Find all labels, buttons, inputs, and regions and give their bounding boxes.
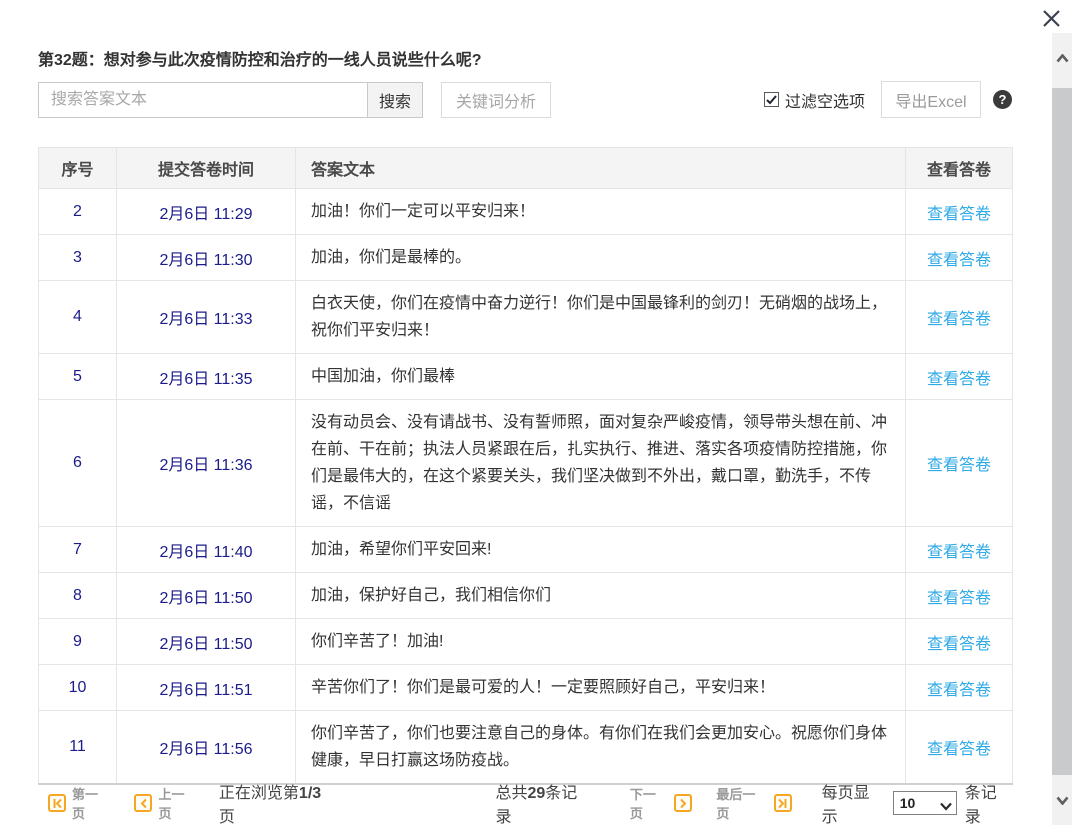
prev-page-label[interactable]: 上一页: [158, 784, 196, 822]
row-answer-text: 中国加油，你们最棒: [296, 354, 906, 400]
row-submit-time: 2月6日 11:50: [117, 619, 296, 665]
table-header: 序号 提交答卷时间 答案文本 查看答卷: [39, 148, 1013, 189]
last-page-icon[interactable]: [774, 794, 792, 812]
row-submit-time: 2月6日 11:51: [117, 665, 296, 711]
export-excel-button[interactable]: 导出Excel: [881, 81, 981, 118]
table-row: 4 2月6日 11:33 白衣天使，你们在疫情中奋力逆行！你们是中国最锋利的剑刃…: [39, 281, 1013, 354]
row-submit-time: 2月6日 11:36: [117, 400, 296, 527]
first-page-icon[interactable]: [48, 794, 66, 812]
column-header-no: 序号: [39, 148, 117, 189]
filter-empty-checkbox[interactable]: 过滤空选项: [764, 88, 865, 112]
help-icon[interactable]: ?: [993, 90, 1012, 109]
row-answer-text: 加油！你们一定可以平安归来！: [296, 189, 906, 235]
per-page-select[interactable]: 10: [893, 791, 957, 815]
scrollbar-thumb[interactable]: [1052, 88, 1072, 775]
view-answer-link[interactable]: 查看答卷: [927, 252, 991, 269]
table-row: 6 2月6日 11:36 没有动员会、没有请战书、没有誓师照，面对复杂严峻疫情，…: [39, 400, 1013, 527]
scrollbar[interactable]: [1052, 33, 1072, 825]
answers-modal: 第32题：想对参与此次疫情防控和治疗的一线人员说些什么呢? 搜索 关键词分析 过…: [0, 0, 1072, 825]
row-number: 7: [39, 527, 117, 573]
row-number: 8: [39, 573, 117, 619]
row-submit-time: 2月6日 11:29: [117, 189, 296, 235]
row-answer-text: 你们辛苦了，你们也要注意自己的身体。有你们在我们会更加安心。祝愿你们身体健康，早…: [296, 711, 906, 785]
search-button[interactable]: 搜索: [367, 82, 423, 118]
scroll-up-icon[interactable]: [1052, 41, 1072, 75]
view-answer-link[interactable]: 查看答卷: [927, 741, 991, 758]
total-records: 总共29条记录: [495, 779, 591, 825]
column-header-text: 答案文本: [296, 148, 906, 189]
view-answer-link[interactable]: 查看答卷: [927, 206, 991, 223]
table-row: 3 2月6日 11:30 加油，你们是最棒的。 查看答卷: [39, 235, 1013, 281]
row-answer-text: 你们辛苦了！加油!: [296, 619, 906, 665]
row-number: 9: [39, 619, 117, 665]
toolbar: 搜索 关键词分析 过滤空选项 导出Excel ?: [38, 81, 1012, 118]
row-number: 2: [39, 189, 117, 235]
close-icon[interactable]: [1038, 5, 1064, 31]
table-row: 9 2月6日 11:50 你们辛苦了！加油! 查看答卷: [39, 619, 1013, 665]
row-number: 4: [39, 281, 117, 354]
row-number: 6: [39, 400, 117, 527]
view-answer-link[interactable]: 查看答卷: [927, 457, 991, 474]
row-number: 11: [39, 711, 117, 785]
table-row: 5 2月6日 11:35 中国加油，你们最棒 查看答卷: [39, 354, 1013, 400]
row-answer-text: 加油，保护好自己，我们相信你们: [296, 573, 906, 619]
pagination-bar: 第一页 上一页 正在浏览第1/3页 总共29条记录 下一页 最后一页 每页显: [38, 790, 1012, 816]
first-page-label[interactable]: 第一页: [72, 784, 110, 822]
question-title: 第32题：想对参与此次疫情防控和治疗的一线人员说些什么呢?: [38, 46, 482, 70]
view-answer-link[interactable]: 查看答卷: [927, 590, 991, 607]
row-answer-text: 没有动员会、没有请战书、没有誓师照，面对复杂严峻疫情，领导带头想在前、冲在前、干…: [296, 400, 906, 527]
row-submit-time: 2月6日 11:40: [117, 527, 296, 573]
row-answer-text: 加油，你们是最棒的。: [296, 235, 906, 281]
view-answer-link[interactable]: 查看答卷: [927, 636, 991, 653]
table-row: 10 2月6日 11:51 辛苦你们了！你们是最可爱的人！一定要照顾好自己，平安…: [39, 665, 1013, 711]
checkbox-checked-icon[interactable]: [764, 92, 779, 107]
row-submit-time: 2月6日 11:56: [117, 711, 296, 785]
row-answer-text: 辛苦你们了！你们是最可爱的人！一定要照顾好自己，平安归来！: [296, 665, 906, 711]
row-answer-text: 加油，希望你们平安回来!: [296, 527, 906, 573]
table-row: 2 2月6日 11:29 加油！你们一定可以平安归来！ 查看答卷: [39, 189, 1013, 235]
column-header-time: 提交答卷时间: [117, 148, 296, 189]
row-number: 3: [39, 235, 117, 281]
view-answer-link[interactable]: 查看答卷: [927, 371, 991, 388]
row-submit-time: 2月6日 11:33: [117, 281, 296, 354]
prev-page-icon[interactable]: [134, 794, 152, 812]
row-number: 10: [39, 665, 117, 711]
table-row: 11 2月6日 11:56 你们辛苦了，你们也要注意自己的身体。有你们在我们会更…: [39, 711, 1013, 785]
row-answer-text: 白衣天使，你们在疫情中奋力逆行！你们是中国最锋利的剑刃！无硝烟的战场上，祝你们平…: [296, 281, 906, 354]
next-page-icon[interactable]: [674, 794, 692, 812]
row-submit-time: 2月6日 11:35: [117, 354, 296, 400]
current-page: 1/3: [299, 785, 321, 802]
search-input[interactable]: [38, 82, 368, 118]
row-submit-time: 2月6日 11:30: [117, 235, 296, 281]
row-submit-time: 2月6日 11:50: [117, 573, 296, 619]
browsing-status: 正在浏览第1/3页: [219, 779, 336, 825]
last-page-label[interactable]: 最后一页: [716, 784, 767, 822]
per-page-suffix-label: 条记录: [965, 779, 1012, 825]
per-page-prefix-label: 每页显示: [822, 779, 885, 825]
per-page-select-wrap: 10: [893, 791, 957, 815]
keyword-analysis-button[interactable]: 关键词分析: [441, 82, 551, 118]
view-answer-link[interactable]: 查看答卷: [927, 682, 991, 699]
view-answer-link[interactable]: 查看答卷: [927, 311, 991, 328]
row-number: 5: [39, 354, 117, 400]
table-row: 7 2月6日 11:40 加油，希望你们平安回来! 查看答卷: [39, 527, 1013, 573]
next-page-label[interactable]: 下一页: [630, 784, 668, 822]
view-answer-link[interactable]: 查看答卷: [927, 544, 991, 561]
table-row: 8 2月6日 11:50 加油，保护好自己，我们相信你们 查看答卷: [39, 573, 1013, 619]
filter-checkbox-label: 过滤空选项: [785, 88, 865, 112]
answers-table: 序号 提交答卷时间 答案文本 查看答卷 2 2月6日 11:29 加油！你们一定…: [38, 147, 1013, 785]
column-header-view: 查看答卷: [906, 148, 1013, 189]
total-count: 29: [527, 785, 545, 802]
scroll-down-icon[interactable]: [1052, 783, 1072, 817]
table-body: 2 2月6日 11:29 加油！你们一定可以平安归来！ 查看答卷 3 2月6日 …: [39, 189, 1013, 785]
